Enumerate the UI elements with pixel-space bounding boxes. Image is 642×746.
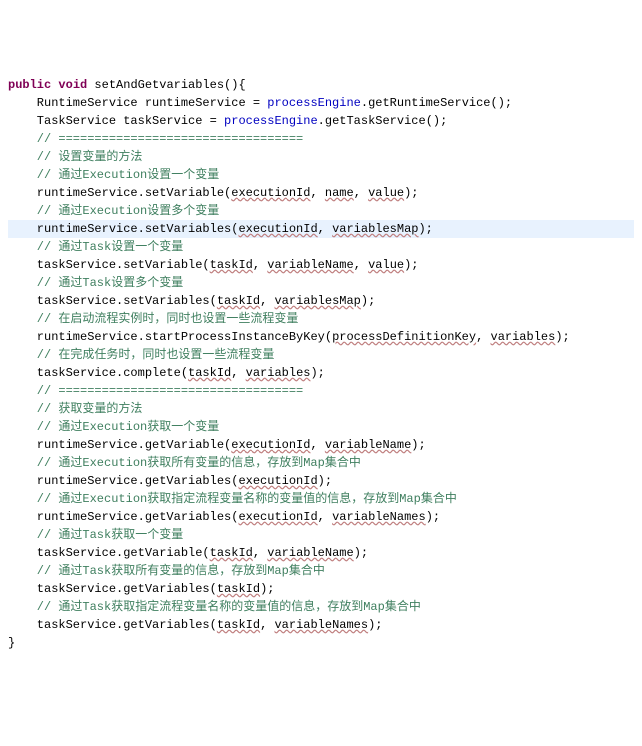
code-line-32: taskService.getVariables(taskId, variabl… xyxy=(8,616,634,634)
code-text: runtimeService.getVariables( xyxy=(8,510,238,524)
code-comment: // 在完成任务时，同时也设置一些流程变量 xyxy=(8,346,634,364)
code-text: runtimeService.getVariable( xyxy=(8,438,231,452)
code-text: , xyxy=(310,438,324,452)
param: executionId xyxy=(231,438,310,452)
param: variables xyxy=(491,330,556,344)
code-comment: // 在启动流程实例时，同时也设置一些流程变量 xyxy=(8,310,634,328)
param: variableName xyxy=(325,438,411,452)
code-text: TaskService taskService = xyxy=(8,114,224,128)
code-text: , xyxy=(354,186,368,200)
code-line-23: runtimeService.getVariables(executionId)… xyxy=(8,472,634,490)
code-comment: // 通过Task获取所有变量的信息，存放到Map集合中 xyxy=(8,562,634,580)
param: value xyxy=(368,258,404,272)
code-text: taskService.getVariables( xyxy=(8,582,217,596)
code-text: taskService.complete( xyxy=(8,366,188,380)
closing-brace: } xyxy=(8,634,634,652)
code-comment: // 通过Execution获取一个变量 xyxy=(8,418,634,436)
code-line-7: runtimeService.setVariable(executionId, … xyxy=(8,184,634,202)
param: variableNames xyxy=(274,618,368,632)
param: variableName xyxy=(267,258,353,272)
code-comment: // 通过Execution设置多个变量 xyxy=(8,202,634,220)
code-text: , xyxy=(260,294,274,308)
code-text: ); xyxy=(404,186,418,200)
field-ref: processEngine xyxy=(267,96,361,110)
highlighted-line: runtimeService.setVariables(executionId,… xyxy=(8,220,634,238)
code-comment: // 设置变量的方法 xyxy=(8,148,634,166)
code-line-11: taskService.setVariable(taskId, variable… xyxy=(8,256,634,274)
param: name xyxy=(325,186,354,200)
code-text: ); xyxy=(310,366,324,380)
code-text: ); xyxy=(361,294,375,308)
code-text: .getRuntimeService(); xyxy=(361,96,512,110)
code-text: , xyxy=(354,258,368,272)
code-text: RuntimeService runtimeService = xyxy=(8,96,267,110)
param: taskId xyxy=(217,294,260,308)
code-text: runtimeService.setVariables( xyxy=(8,222,238,236)
code-line-30: taskService.getVariables(taskId); xyxy=(8,580,634,598)
code-text: ); xyxy=(426,510,440,524)
code-text: ); xyxy=(418,222,432,236)
code-line-13: taskService.setVariables(taskId, variabl… xyxy=(8,292,634,310)
field-ref: processEngine xyxy=(224,114,318,128)
param: variables xyxy=(246,366,311,380)
code-line-2: RuntimeService runtimeService = processE… xyxy=(8,94,634,112)
code-text: ); xyxy=(260,582,274,596)
code-comment: // 通过Execution获取所有变量的信息，存放到Map集合中 xyxy=(8,454,634,472)
code-text: taskService.setVariable( xyxy=(8,258,210,272)
param: taskId xyxy=(217,582,260,596)
code-comment: // 通过Task获取一个变量 xyxy=(8,526,634,544)
code-comment: // 通过Execution获取指定流程变量名称的变量值的信息，存放到Map集合… xyxy=(8,490,634,508)
param: executionId xyxy=(231,186,310,200)
keyword-void: void xyxy=(58,78,87,92)
code-line-1: public void setAndGetvariables(){ xyxy=(8,76,634,94)
keyword-public: public xyxy=(8,78,51,92)
code-block: public void setAndGetvariables(){ Runtim… xyxy=(8,76,634,652)
code-text: , xyxy=(310,186,324,200)
code-line-3: TaskService taskService = processEngine.… xyxy=(8,112,634,130)
code-text: , xyxy=(260,618,274,632)
code-comment: // 通过Task设置多个变量 xyxy=(8,274,634,292)
code-comment: // 获取变量的方法 xyxy=(8,400,634,418)
code-line-15: runtimeService.startProcessInstanceByKey… xyxy=(8,328,634,346)
code-line-25: runtimeService.getVariables(executionId,… xyxy=(8,508,634,526)
code-text: ); xyxy=(368,618,382,632)
code-comment: // 通过Task获取指定流程变量名称的变量值的信息，存放到Map集合中 xyxy=(8,598,634,616)
param: processDefinitionKey xyxy=(332,330,476,344)
param: value xyxy=(368,186,404,200)
code-comment: // ================================== xyxy=(8,382,634,400)
code-text: runtimeService.startProcessInstanceByKey… xyxy=(8,330,332,344)
code-text: ); xyxy=(318,474,332,488)
code-text: ); xyxy=(404,258,418,272)
code-line-28: taskService.getVariable(taskId, variable… xyxy=(8,544,634,562)
code-text: , xyxy=(476,330,490,344)
code-line-17: taskService.complete(taskId, variables); xyxy=(8,364,634,382)
code-text: runtimeService.getVariables( xyxy=(8,474,238,488)
code-comment: // 通过Execution设置一个变量 xyxy=(8,166,634,184)
param: executionId xyxy=(238,474,317,488)
code-text: , xyxy=(253,258,267,272)
param: executionId xyxy=(238,222,317,236)
code-comment: // 通过Task设置一个变量 xyxy=(8,238,634,256)
code-text: taskService.getVariables( xyxy=(8,618,217,632)
param: variablesMap xyxy=(274,294,360,308)
method-signature: setAndGetvariables(){ xyxy=(87,78,245,92)
code-text: taskService.setVariables( xyxy=(8,294,217,308)
param: executionId xyxy=(238,510,317,524)
param: variablesMap xyxy=(332,222,418,236)
code-comment: // ================================== xyxy=(8,130,634,148)
code-text: , xyxy=(318,510,332,524)
code-text: ); xyxy=(411,438,425,452)
param: taskId xyxy=(188,366,231,380)
code-text: , xyxy=(231,366,245,380)
code-line-21: runtimeService.getVariable(executionId, … xyxy=(8,436,634,454)
code-text: .getTaskService(); xyxy=(318,114,448,128)
code-text: , xyxy=(318,222,332,236)
param: taskId xyxy=(210,258,253,272)
param: variableNames xyxy=(332,510,426,524)
code-text: ); xyxy=(555,330,569,344)
param: taskId xyxy=(217,618,260,632)
code-text: runtimeService.setVariable( xyxy=(8,186,231,200)
